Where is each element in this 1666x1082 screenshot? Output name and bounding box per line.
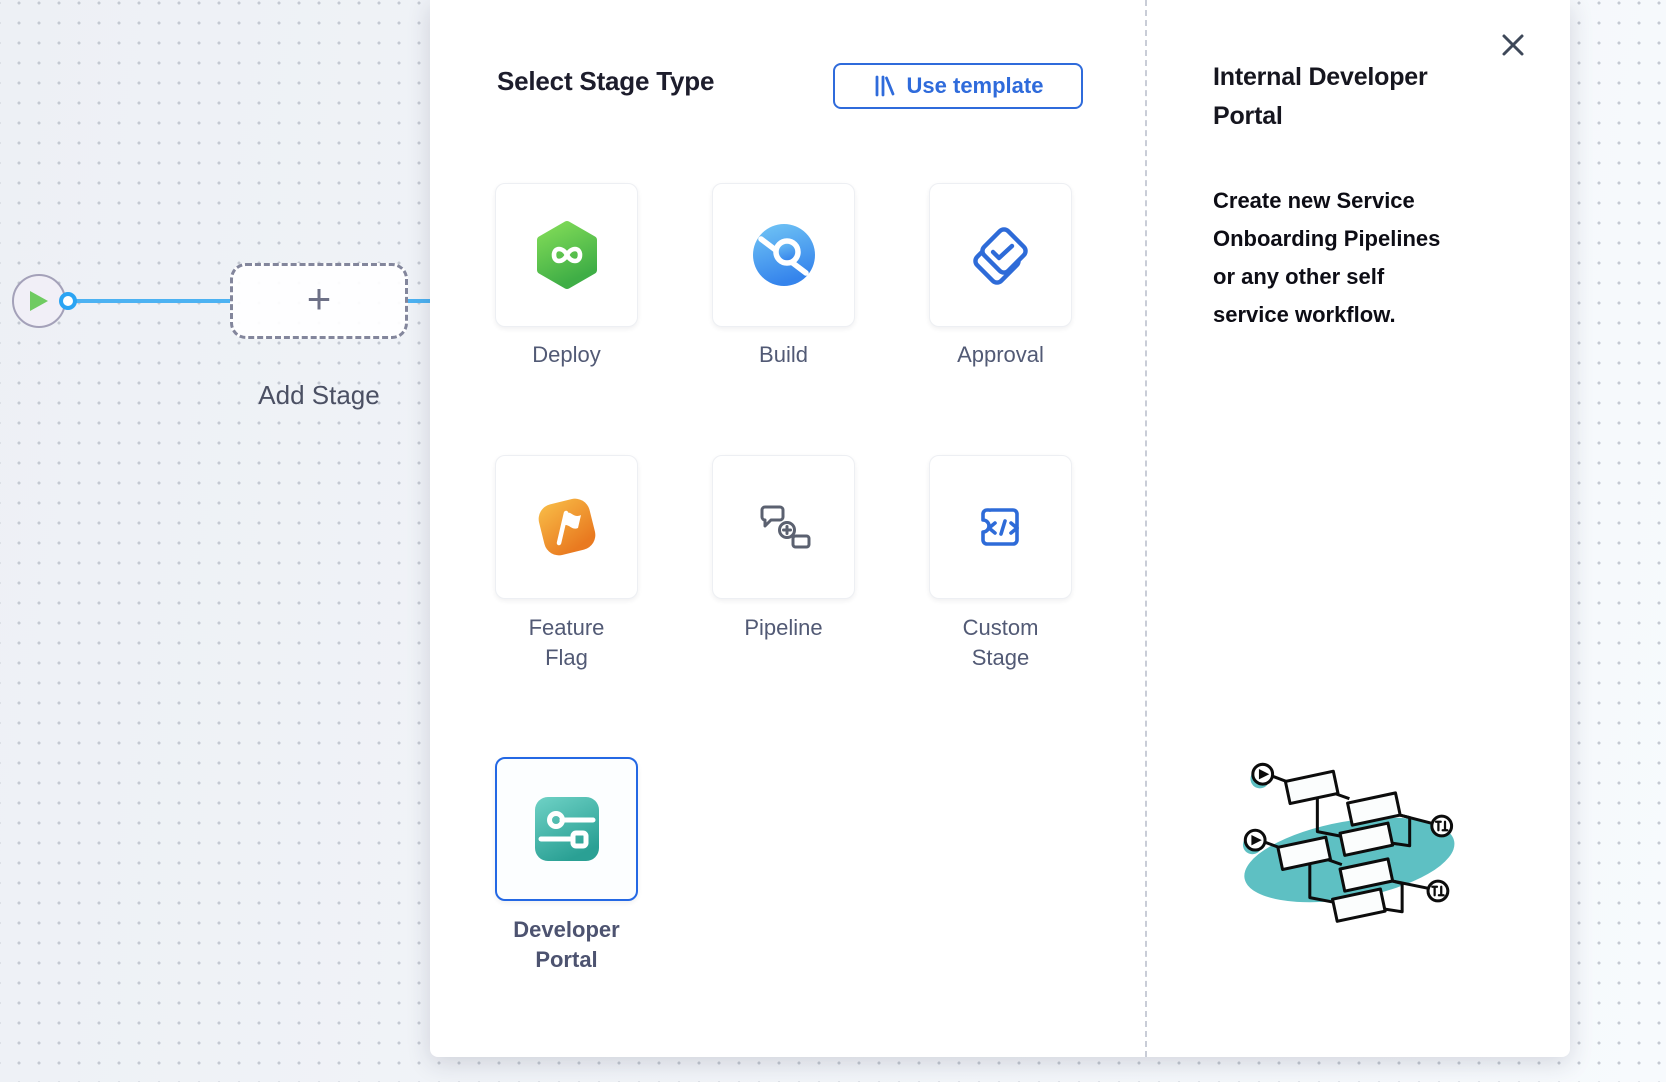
stage-label-developer-portal: Developer Portal — [495, 915, 638, 975]
plus-icon: + — [307, 278, 332, 320]
modal-title: Select Stage Type — [497, 66, 714, 97]
stage-tile-feature-flag[interactable] — [495, 455, 638, 599]
stage-tile-approval[interactable] — [929, 183, 1072, 327]
stage-label-feature-flag: Feature Flag — [495, 613, 638, 673]
stage-tile-custom-stage[interactable] — [929, 455, 1072, 599]
stage-label-pipeline: Pipeline — [712, 613, 855, 643]
service-onboarding-pipelines-illustration — [1225, 745, 1470, 945]
stage-tile-build[interactable] — [712, 183, 855, 327]
approval-check-icon — [966, 220, 1036, 290]
connector-edge — [408, 299, 432, 303]
stage-label-custom-stage: Custom Stage — [929, 613, 1072, 673]
detail-panel-description: Create new Service Onboarding Pipelines … — [1213, 182, 1453, 334]
connector-edge — [74, 299, 232, 303]
pipeline-nodes-icon — [751, 494, 817, 560]
detail-panel-title: Internal Developer Portal — [1213, 58, 1463, 136]
custom-stage-code-icon — [966, 492, 1036, 562]
stage-tile-developer-portal[interactable] — [495, 757, 638, 901]
add-stage-label: Add Stage — [230, 380, 408, 411]
use-template-button[interactable]: Use template — [833, 63, 1083, 109]
panel-divider — [1145, 0, 1147, 1057]
close-button[interactable] — [1498, 30, 1528, 60]
connector-port[interactable] — [59, 292, 77, 310]
stage-label-build: Build — [712, 340, 855, 370]
deploy-cd-icon — [533, 219, 601, 291]
play-icon — [28, 289, 50, 313]
stage-tile-deploy[interactable] — [495, 183, 638, 327]
close-icon — [1498, 30, 1528, 60]
pipeline-start-node[interactable] — [12, 274, 66, 328]
template-library-icon — [873, 74, 897, 98]
stage-label-deploy: Deploy — [495, 340, 638, 370]
use-template-label: Use template — [907, 73, 1044, 99]
pipeline-studio-canvas: + Add Stage Select Stage Type Use templa… — [0, 0, 1666, 1082]
feature-flag-icon — [532, 492, 602, 562]
build-ci-icon — [751, 222, 817, 288]
select-stage-type-modal: Select Stage Type Use template — [430, 0, 1570, 1057]
stage-tile-pipeline[interactable] — [712, 455, 855, 599]
add-stage-button[interactable]: + — [230, 263, 408, 339]
stage-label-approval: Approval — [929, 340, 1072, 370]
developer-portal-icon — [534, 796, 600, 862]
